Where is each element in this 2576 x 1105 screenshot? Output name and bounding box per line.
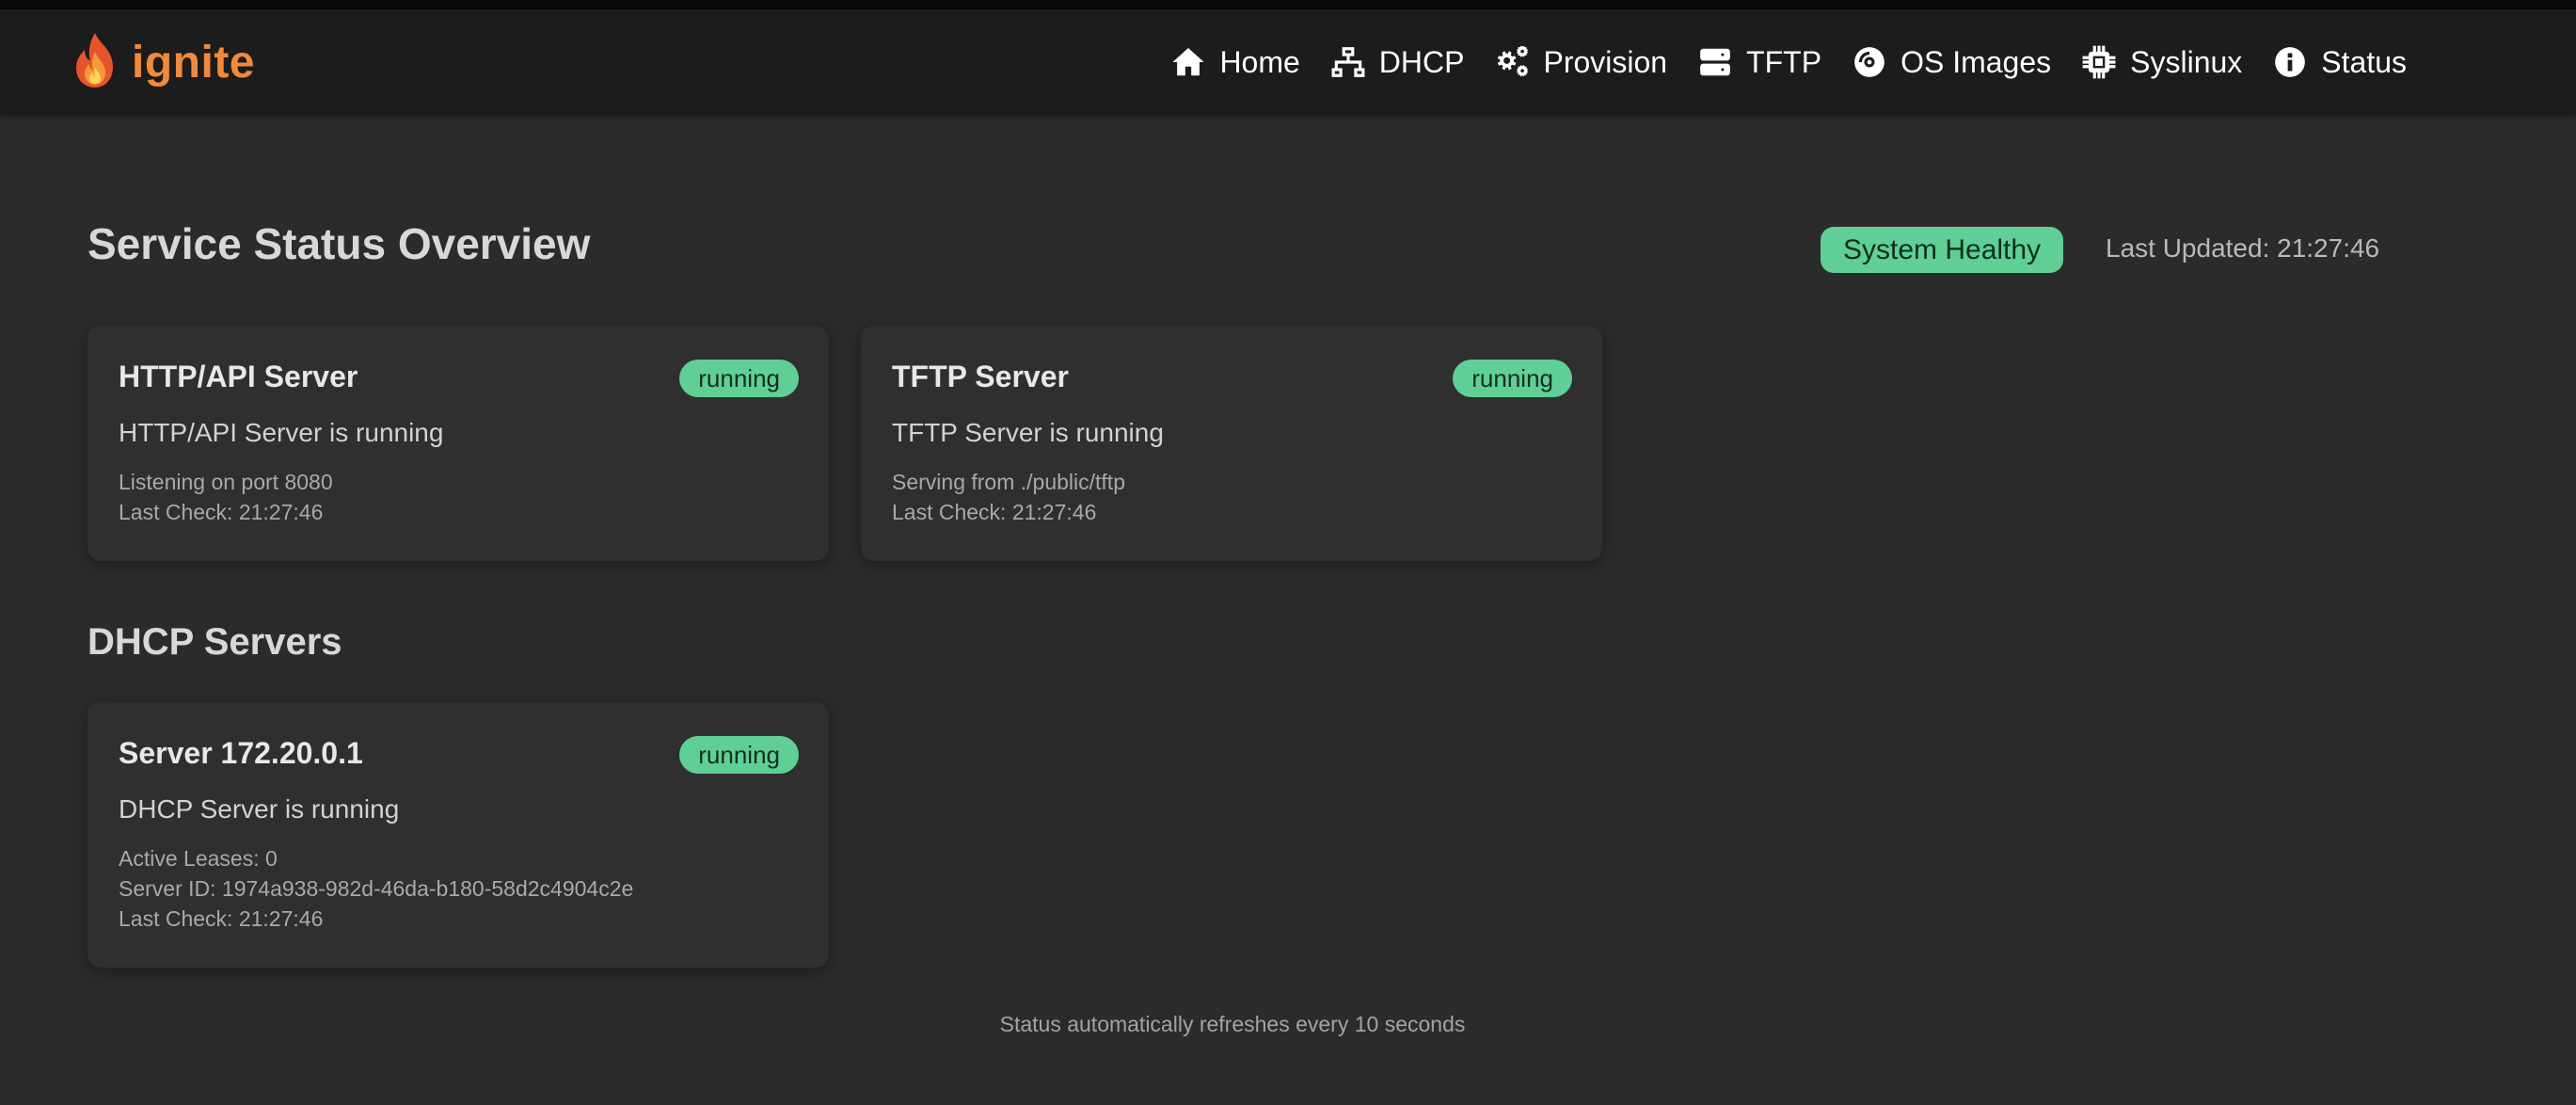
service-message: HTTP/API Server is running xyxy=(119,418,444,447)
dhcp-server-card: Server 172.20.0.1 running DHCP Server is… xyxy=(87,702,829,968)
info-icon xyxy=(2275,47,2306,77)
nav-tftp-label: TFTP xyxy=(1746,44,1822,79)
service-message: TFTP Server is running xyxy=(892,418,1164,447)
server-icon xyxy=(1700,48,1730,76)
system-health-badge: System Healthy xyxy=(1821,227,2064,273)
top-strip xyxy=(0,0,2576,9)
nav-status-label: Status xyxy=(2321,44,2407,79)
chip-icon xyxy=(2082,45,2116,79)
flame-logo-icon xyxy=(72,31,119,94)
status-badge: running xyxy=(679,736,799,774)
disc-icon xyxy=(1854,47,1884,77)
nav-tftp[interactable]: TFTP xyxy=(1697,44,1821,80)
nav-syslinux[interactable]: Syslinux xyxy=(2081,44,2242,80)
brand-name: ignite xyxy=(132,37,255,88)
active-leases: Active Leases: 0 xyxy=(119,846,278,871)
service-detail: Listening on port 8080 xyxy=(119,470,333,494)
navbar: ignite Home DHCP Provision TFTP OS Image… xyxy=(0,9,2576,115)
dhcp-section-title: DHCP Servers xyxy=(87,621,342,663)
service-card-tftp: TFTP Server running TFTP Server is runni… xyxy=(861,326,1602,561)
service-name: TFTP Server xyxy=(892,360,1069,393)
last-check: Last Check: 21:27:46 xyxy=(119,500,324,524)
last-check: Last Check: 21:27:46 xyxy=(119,906,324,931)
nav-status[interactable]: Status xyxy=(2272,44,2407,80)
service-name: Server 172.20.0.1 xyxy=(119,736,363,770)
nav-dhcp-label: DHCP xyxy=(1378,44,1465,79)
status-badge: running xyxy=(679,360,799,397)
service-detail: Serving from ./public/tftp xyxy=(892,470,1125,494)
nav-provision[interactable]: Provision xyxy=(1494,44,1667,80)
service-name: HTTP/API Server xyxy=(119,360,358,393)
nav-syslinux-label: Syslinux xyxy=(2130,44,2243,79)
brand[interactable]: ignite xyxy=(72,24,255,100)
last-updated: Last Updated: 21:27:46 xyxy=(2106,233,2380,263)
main-nav: Home DHCP Provision TFTP OS Images Sysli… xyxy=(1170,9,2407,115)
gears-icon xyxy=(1498,45,1529,77)
page-title: Service Status Overview xyxy=(87,219,591,268)
status-badge: running xyxy=(1453,360,1572,397)
nav-dhcp[interactable]: DHCP xyxy=(1330,44,1465,80)
server-id: Server ID: 1974a938-982d-46da-b180-58d2c… xyxy=(119,876,634,901)
nav-os-images-label: OS Images xyxy=(1900,44,2052,79)
nav-home[interactable]: Home xyxy=(1170,44,1300,80)
network-icon xyxy=(1331,47,1365,77)
service-message: DHCP Server is running xyxy=(119,794,400,824)
service-card-http: HTTP/API Server running HTTP/API Server … xyxy=(87,326,829,561)
nav-home-label: Home xyxy=(1219,44,1300,79)
home-icon xyxy=(1172,47,1205,76)
nav-provision-label: Provision xyxy=(1543,44,1668,79)
last-check: Last Check: 21:27:46 xyxy=(892,500,1097,524)
refresh-note: Status automatically refreshes every 10 … xyxy=(999,1012,1466,1036)
nav-os-images[interactable]: OS Images xyxy=(1852,44,2051,80)
